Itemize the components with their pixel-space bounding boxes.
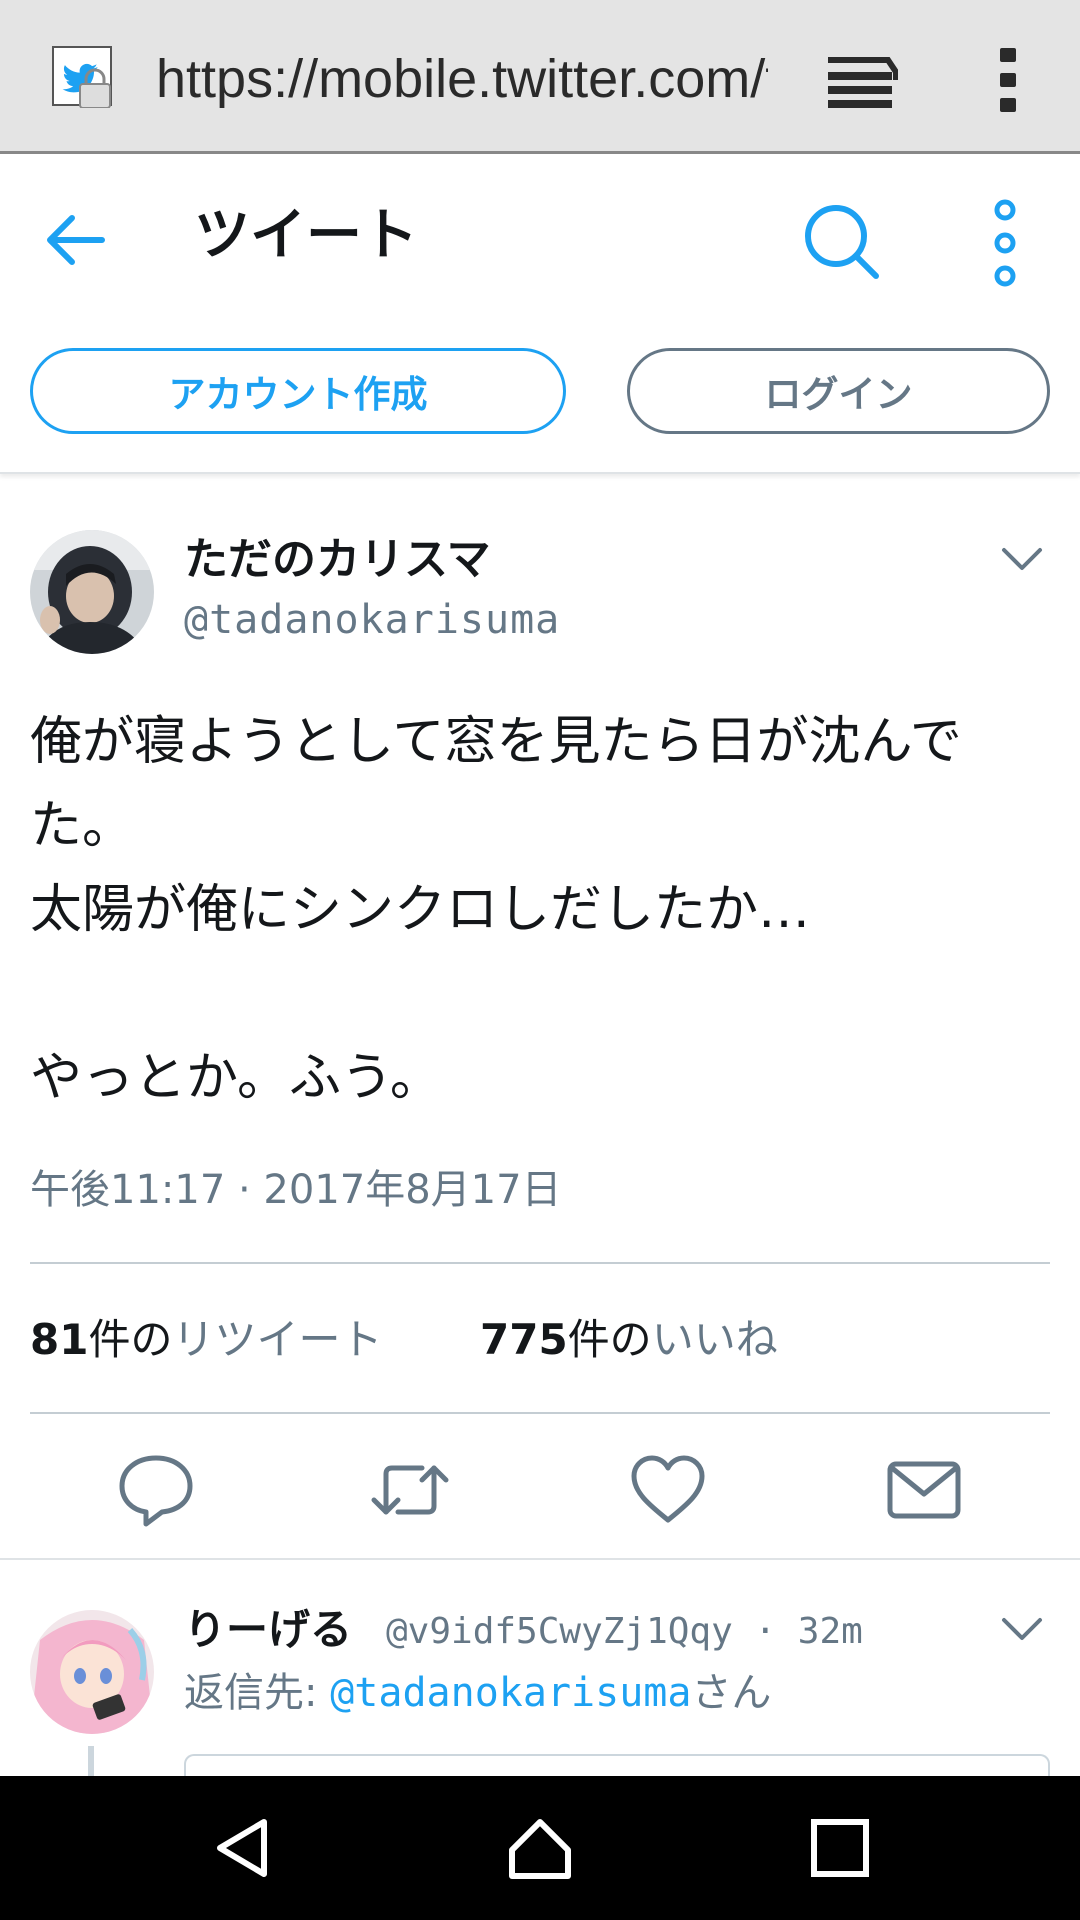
reply-avatar[interactable] <box>30 1610 154 1734</box>
anime-avatar-icon <box>30 1610 154 1734</box>
retweet-icon[interactable] <box>370 1450 450 1530</box>
message-icon[interactable] <box>884 1450 964 1530</box>
like-count-number: 775 <box>480 1315 568 1364</box>
tweet-text: 俺が寝ようとして窓を見たら日が沈んでた。 太陽が俺にシンクロしだしたか… やっと… <box>30 712 962 1108</box>
like-count[interactable]: 775件のいいね <box>480 1310 778 1370</box>
reply-to-suffix: さん <box>691 1670 772 1716</box>
like-count-unit: 件の <box>567 1315 652 1364</box>
retweet-count-label: リツイート <box>172 1315 383 1364</box>
thread-connector <box>88 1746 94 1776</box>
tweet-timestamp[interactable]: 午後11:17 · 2017年8月17日 <box>30 1160 562 1220</box>
browser-overflow-menu-icon[interactable] <box>990 44 1026 116</box>
reply-mention-link[interactable]: @tadanokarisuma <box>330 1670 691 1716</box>
home-icon[interactable] <box>504 1812 576 1884</box>
display-name[interactable]: ただのカリスマ <box>184 530 491 590</box>
reply-icon[interactable] <box>116 1450 196 1530</box>
tweet-action-bar <box>0 1420 1080 1560</box>
url-field[interactable]: https://mobile.twitter.com/tadanokarisum… <box>156 44 768 114</box>
signup-button[interactable]: アカウント作成 <box>30 348 566 434</box>
user-handle[interactable]: @tadanokarisuma <box>184 592 560 648</box>
reply-to-line: 返信先: @tadanokarisumaさん <box>184 1664 771 1722</box>
like-count-label: いいね <box>651 1315 778 1364</box>
divider <box>30 1412 1050 1414</box>
twitter-header: ツイート アカウント作成 ログイン <box>0 154 1080 474</box>
back-triangle-icon[interactable] <box>206 1812 278 1884</box>
more-options-icon[interactable] <box>984 198 1026 288</box>
search-icon[interactable] <box>800 200 884 284</box>
reply-display-name[interactable]: りーげる <box>184 1600 352 1660</box>
login-button[interactable]: ログイン <box>627 348 1050 434</box>
system-navigation-bar <box>0 1776 1080 1920</box>
retweet-count-number: 81 <box>30 1315 89 1364</box>
tabs-switcher-icon[interactable] <box>826 50 898 110</box>
page-title: ツイート <box>194 203 418 268</box>
recents-square-icon[interactable] <box>804 1812 876 1884</box>
section-divider <box>0 1558 1080 1560</box>
avatar[interactable] <box>30 530 154 654</box>
divider <box>30 1262 1050 1264</box>
browser-toolbar: https://mobile.twitter.com/tadanokarisum… <box>0 0 1080 154</box>
back-arrow-icon[interactable] <box>40 204 112 276</box>
retweet-count-unit: 件の <box>88 1315 173 1364</box>
twitter-favicon-icon <box>52 46 112 108</box>
chevron-down-icon[interactable] <box>1000 1614 1044 1644</box>
like-heart-icon[interactable] <box>628 1450 708 1530</box>
retweet-count[interactable]: 81件のリツイート <box>30 1310 382 1370</box>
reply-to-prefix: 返信先: <box>184 1670 331 1716</box>
profile-photo-icon <box>30 530 154 654</box>
chevron-down-icon[interactable] <box>1000 544 1044 574</box>
reply-handle-time[interactable]: @v9idf5CwyZj1Qqy · 32m <box>386 1604 863 1660</box>
